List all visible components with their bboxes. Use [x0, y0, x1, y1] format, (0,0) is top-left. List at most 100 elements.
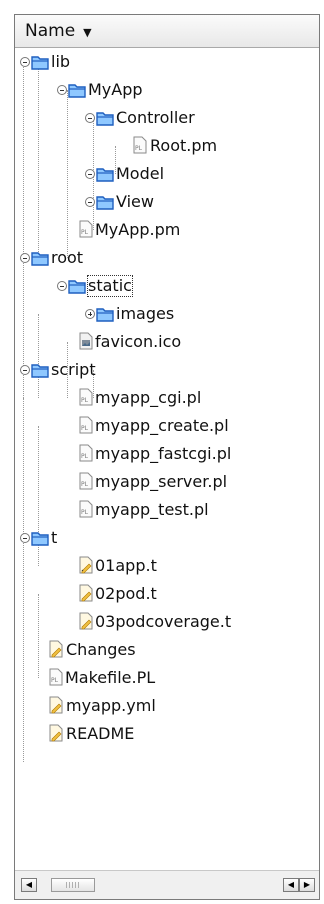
image-file-icon — [79, 332, 93, 350]
svg-text:PL: PL — [81, 481, 89, 488]
tree-item-03podcoverage[interactable]: 03podcoverage.t — [15, 608, 315, 636]
tree-item-myapp-cgi[interactable]: PL myapp_cgi.pl — [15, 384, 315, 412]
tree-item-label: myapp_cgi.pl — [95, 388, 202, 407]
svg-text:PL: PL — [81, 453, 89, 460]
tree-item-label: MyApp.pm — [95, 220, 181, 239]
tree-item-myapp-create[interactable]: PL myapp_create.pl — [15, 412, 315, 440]
tree-view: lib MyApp Controller PL Root.pm Model Vi… — [15, 48, 319, 871]
perl-file-icon: PL — [49, 668, 63, 686]
tree-item-myapp-fastcgi[interactable]: PL myapp_fastcgi.pl — [15, 440, 315, 468]
folder-icon — [31, 364, 49, 378]
text-file-icon — [49, 724, 63, 742]
tree-item-label: 03podcoverage.t — [95, 612, 232, 631]
text-file-icon — [49, 640, 63, 658]
tree-item-controller[interactable]: Controller — [15, 104, 315, 132]
collapse-icon[interactable] — [85, 113, 95, 123]
tree-item-label: lib — [51, 52, 71, 71]
tree-item-myapp[interactable]: MyApp — [15, 76, 315, 104]
tree-item-label: Makefile.PL — [65, 668, 156, 687]
tree-item-label: myapp_test.pl — [95, 500, 209, 519]
svg-text:PL: PL — [51, 677, 59, 684]
tree-item-label: myapp_create.pl — [95, 416, 229, 435]
expand-icon[interactable] — [85, 309, 95, 319]
folder-icon — [96, 196, 114, 210]
name-column-header[interactable]: Name ▼ — [15, 15, 319, 48]
tree-item-lib[interactable]: lib — [15, 48, 315, 76]
tree-item-label: root — [51, 248, 84, 267]
tree-item-label: MyApp — [88, 80, 143, 99]
tree-item-label: Controller — [116, 108, 195, 127]
tree-item-root[interactable]: root — [15, 244, 315, 272]
folder-icon — [31, 252, 49, 266]
tree-item-label: Changes — [66, 640, 136, 659]
folder-icon — [96, 308, 114, 322]
tree-item-model[interactable]: Model — [15, 160, 315, 188]
tree-item-label: 02pod.t — [95, 584, 157, 603]
tree-item-view[interactable]: View — [15, 188, 315, 216]
tree-item-myapp-yml[interactable]: myapp.yml — [15, 692, 315, 720]
folder-icon — [31, 56, 49, 70]
tree-item-root-pm[interactable]: PL Root.pm — [15, 132, 315, 160]
text-file-icon — [79, 584, 93, 602]
tree-item-02pod[interactable]: 02pod.t — [15, 580, 315, 608]
collapse-icon[interactable] — [20, 365, 30, 375]
svg-text:PL: PL — [81, 425, 89, 432]
perl-file-icon: PL — [79, 472, 93, 490]
tree-item-favicon[interactable]: favicon.ico — [15, 328, 315, 356]
svg-text:PL: PL — [81, 397, 89, 404]
tree-item-01app[interactable]: 01app.t — [15, 552, 315, 580]
tree-item-changes[interactable]: Changes — [15, 636, 315, 664]
folder-icon — [96, 168, 114, 182]
svg-text:PL: PL — [81, 229, 89, 236]
collapse-icon[interactable] — [20, 253, 30, 263]
folder-icon — [31, 532, 49, 546]
tree-item-makefile[interactable]: PL Makefile.PL — [15, 664, 315, 692]
tree-item-myapp-server[interactable]: PL myapp_server.pl — [15, 468, 315, 496]
tree-item-label: images — [116, 304, 175, 323]
tree-item-label: myapp.yml — [66, 696, 156, 715]
collapse-icon[interactable] — [85, 197, 95, 207]
tree-item-label: Model — [116, 164, 165, 183]
text-file-icon — [79, 612, 93, 630]
tree-item-label: myapp_server.pl — [95, 472, 228, 491]
folder-icon — [96, 112, 114, 126]
horizontal-scrollbar[interactable]: ◀ ◀ ▶ — [15, 870, 319, 899]
text-file-icon — [49, 696, 63, 714]
tree-item-myapp-pm[interactable]: PL MyApp.pm — [15, 216, 315, 244]
svg-text:PL: PL — [135, 145, 143, 152]
tree-item-label: README — [66, 724, 135, 743]
tree-item-static[interactable]: static — [15, 272, 315, 300]
collapse-icon[interactable] — [85, 169, 95, 179]
perl-file-icon: PL — [79, 444, 93, 462]
tree-item-readme[interactable]: README — [15, 720, 315, 748]
tree-item-images[interactable]: images — [15, 300, 315, 328]
text-file-icon — [79, 556, 93, 574]
collapse-icon[interactable] — [57, 281, 67, 291]
arrow-right-icon: ▶ — [303, 880, 311, 889]
scroll-right-button[interactable]: ▶ — [299, 878, 315, 892]
tree-item-t[interactable]: t — [15, 524, 315, 552]
tree-item-myapp-test[interactable]: PL myapp_test.pl — [15, 496, 315, 524]
arrow-left-icon: ◀ — [25, 880, 33, 889]
tree-item-label: script — [51, 360, 96, 379]
perl-file-icon: PL — [79, 500, 93, 518]
arrow-left-icon: ◀ — [287, 880, 295, 889]
chevron-down-icon[interactable]: ▼ — [83, 26, 91, 39]
folder-icon — [68, 280, 86, 294]
scrollbar-thumb[interactable] — [51, 878, 95, 892]
file-tree-panel: Name ▼ lib MyApp Controller PL Root.pm M… — [14, 14, 320, 900]
tree-item-script[interactable]: script — [15, 356, 315, 384]
perl-file-icon: PL — [133, 136, 147, 154]
collapse-icon[interactable] — [20, 533, 30, 543]
tree-item-label: myapp_fastcgi.pl — [95, 444, 232, 463]
collapse-icon[interactable] — [57, 85, 67, 95]
perl-file-icon: PL — [79, 388, 93, 406]
scroll-left-button[interactable]: ◀ — [21, 878, 37, 892]
tree-item-label: View — [116, 192, 154, 211]
tree-item-label: t — [51, 528, 58, 547]
tree-item-label: 01app.t — [95, 556, 157, 575]
scroll-left-button-2[interactable]: ◀ — [283, 878, 299, 892]
folder-icon — [68, 84, 86, 98]
perl-file-icon: PL — [79, 416, 93, 434]
collapse-icon[interactable] — [20, 57, 30, 67]
